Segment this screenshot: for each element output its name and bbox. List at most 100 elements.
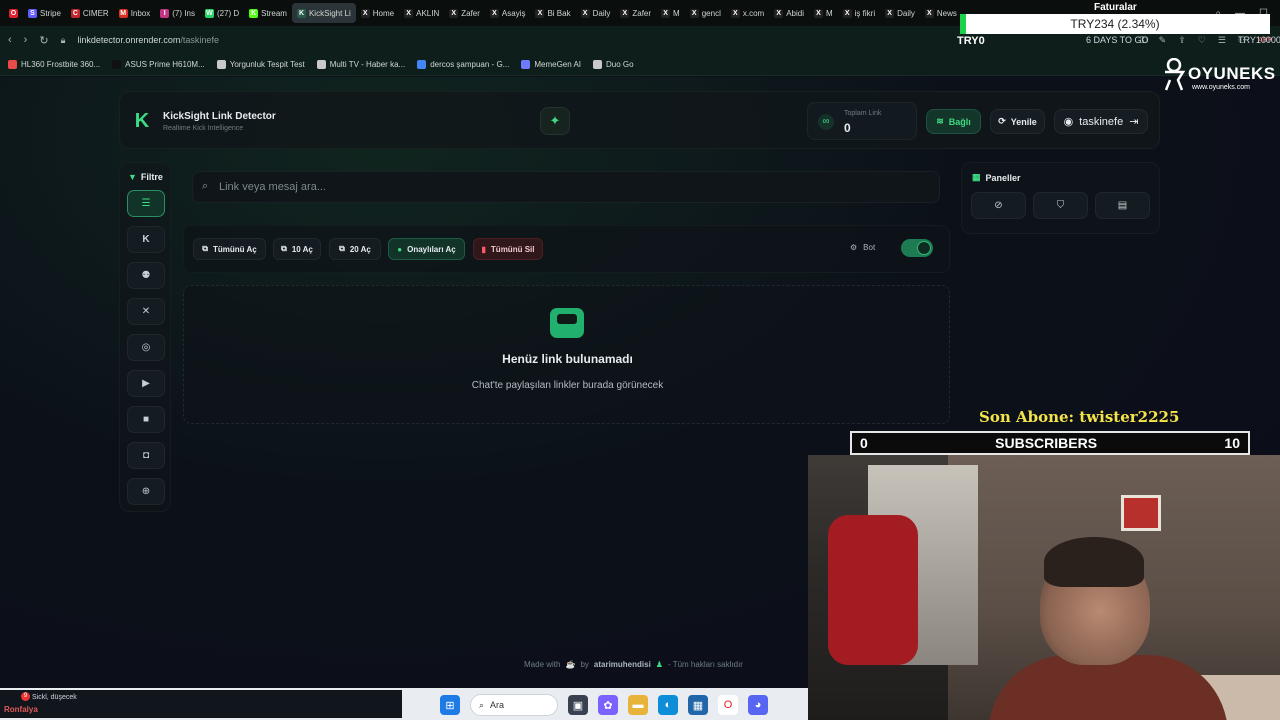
browser-tab[interactable]: Xgencl (685, 3, 726, 23)
reload-icon[interactable]: ↻ (39, 34, 48, 47)
browser-tab[interactable]: W (27) D (200, 3, 244, 23)
browser-tab[interactable]: X Bi Bak (530, 3, 575, 23)
external-link-icon: ⧉ (339, 244, 345, 253)
tab-favicon-icon: K (296, 8, 306, 18)
filter-x-button[interactable]: ✕ (127, 298, 165, 325)
browser-tab[interactable]: X AKLIN (399, 3, 444, 23)
filter-youtube-button[interactable]: ▶ (127, 370, 165, 397)
open-10-button[interactable]: ⧉ 10 Aç (273, 238, 321, 260)
archive-panel-button[interactable]: ▤ (1095, 192, 1150, 219)
kicksight-logo-icon: K (134, 110, 150, 132)
opera-taskbar-icon[interactable]: O (718, 695, 738, 715)
goal-ticker: TRY234 (2.34%) (960, 14, 1270, 34)
shield-icon: ⛉ (1056, 200, 1065, 211)
discord-icon[interactable]: ◕ (748, 695, 768, 715)
browser-tab[interactable]: S Stripe (23, 3, 66, 23)
taskbar-search[interactable]: ⌕ Ara (470, 694, 558, 716)
user-menu-button[interactable]: ◉ taskinefe ⇥ (1054, 109, 1148, 134)
browser-tab[interactable]: I (7) Ins (155, 3, 200, 23)
browser-tab[interactable]: X Abidi (769, 3, 809, 23)
bookmark-item[interactable]: dercos şampuan - G... (417, 60, 509, 69)
tab-favicon-icon: X (489, 8, 499, 18)
bookmark-item[interactable]: Multi TV - Haber ka... (316, 60, 406, 69)
goal-title: Faturalar (1094, 2, 1137, 13)
browser-tab[interactable]: Xx.com (726, 3, 769, 23)
edit-icon[interactable]: ✎ (1159, 35, 1167, 46)
tab-favicon-icon: K (249, 8, 259, 18)
bookmark-favicon-icon (521, 60, 531, 69)
browser-tab[interactable]: X Daily (880, 3, 920, 23)
bookmark-item[interactable]: ASUS Prime H610M... (112, 60, 205, 69)
shield-panel-button[interactable]: ⛉ (1033, 192, 1088, 219)
logout-icon[interactable]: ⇥ (1129, 115, 1138, 128)
empty-state: Henüz link bulunamadı Chat'te paylaşılan… (183, 285, 950, 424)
tab-favicon-icon: X (449, 8, 459, 18)
open-all-label: Tümünü Aç (213, 244, 257, 254)
connection-status-button[interactable]: ≋ Bağlı (926, 109, 981, 134)
browser-tab[interactable]: X Zafer (615, 3, 656, 23)
browser-tab[interactable]: Xiş fikri (838, 3, 880, 23)
search-input[interactable] (219, 177, 919, 197)
bookmark-item[interactable]: MemeGen AI (521, 60, 581, 69)
browser-tab[interactable]: X Asayiş (485, 3, 531, 23)
blocked-panel-button[interactable]: ⊘ (971, 192, 1026, 219)
windows-taskbar: 9 Sickl, düşecek Ronfalya ⊞ ⌕ Ara ▣ ✿ ▬ ◐… (0, 688, 808, 720)
bookmark-favicon-icon (216, 60, 226, 69)
sound-toggle-button[interactable]: ✦ (540, 107, 570, 135)
globe-icon: ⊕ (141, 486, 151, 497)
footer-by: by (580, 660, 589, 669)
filter-camera-button[interactable]: ◘ (127, 442, 165, 469)
subscriber-goal-bar: 0 SUBSCRIBERS 10 (850, 431, 1250, 455)
bookmark-item[interactable]: Duo Go (593, 60, 634, 69)
windows-start-icon[interactable]: ⊞ (440, 695, 460, 715)
app-title: KickSight Link Detector (163, 111, 276, 122)
browser-tab[interactable]: C CIMER (66, 3, 114, 23)
opera-menu-button[interactable]: O (4, 3, 23, 23)
share-icon[interactable]: ⇪ (1178, 35, 1186, 46)
edge-icon[interactable]: ◐ (658, 695, 678, 715)
footer-author[interactable]: atarimuhendisi (594, 660, 651, 669)
refresh-button[interactable]: ⟳ Yenile (990, 109, 1045, 134)
open-20-button[interactable]: ⧉ 20 Aç (329, 238, 381, 260)
bookmark-label: Multi TV - Haber ka... (329, 60, 406, 69)
delete-all-button[interactable]: ▮ Tümünü Sil (473, 238, 543, 260)
bookmark-item[interactable]: Yorgunluk Tespit Test (216, 60, 305, 69)
task-view-icon[interactable]: ▣ (568, 695, 588, 715)
browser-tab[interactable]: X Zafer (444, 3, 485, 23)
filter-video-button[interactable]: ■ (127, 406, 165, 433)
browser-tab[interactable]: X News (920, 3, 962, 23)
tab-favicon-icon: I (160, 8, 170, 18)
store-icon[interactable]: ▦ (688, 695, 708, 715)
filter-web-button[interactable]: ⊕ (127, 478, 165, 505)
filter-users-button[interactable]: ⚉ (127, 262, 165, 289)
tab-label: Daily (592, 8, 611, 18)
open-all-button[interactable]: ⧉ Tümünü Aç (193, 238, 266, 260)
browser-tab[interactable]: X Home (356, 3, 399, 23)
folder-icon[interactable]: ▬ (628, 695, 648, 715)
browser-tab[interactable]: XM (656, 3, 685, 23)
panels-title: ▦ Paneller (972, 172, 1021, 183)
bookmark-item[interactable]: HL360 Frostbite 360... (8, 60, 100, 69)
footer-rights: - Tüm hakları saklıdır (667, 660, 743, 669)
browser-tab[interactable]: K Stream (244, 3, 292, 23)
browser-tab[interactable]: K KickSight Li (291, 3, 356, 23)
list-icon: ☰ (141, 198, 151, 209)
filter-all-button[interactable]: ☰ (127, 190, 165, 217)
back-icon[interactable]: ‹ (8, 34, 12, 46)
bot-toggle[interactable] (901, 239, 933, 257)
open-approved-button[interactable]: ● Onaylıları Aç (388, 238, 465, 260)
browser-tab[interactable]: XM (809, 3, 838, 23)
copilot-icon[interactable]: ✿ (598, 695, 618, 715)
browser-tab[interactable]: X Daily (576, 3, 616, 23)
total-links-value: 0 (844, 121, 851, 135)
filter-instagram-button[interactable]: ◎ (127, 334, 165, 361)
url-field[interactable]: linkdetector.onrender.com/taskinefe (77, 35, 219, 45)
filter-kick-button[interactable]: K (127, 226, 165, 253)
tab-label: x.com (742, 8, 765, 18)
forward-icon[interactable]: › (24, 34, 28, 46)
tab-favicon-icon: X (689, 8, 699, 18)
menu-icon[interactable]: ☰ (1218, 35, 1226, 46)
bookmark-favicon-icon (316, 60, 326, 69)
browser-tab[interactable]: M Inbox (114, 3, 156, 23)
heart-icon[interactable]: ♡ (1198, 35, 1206, 46)
